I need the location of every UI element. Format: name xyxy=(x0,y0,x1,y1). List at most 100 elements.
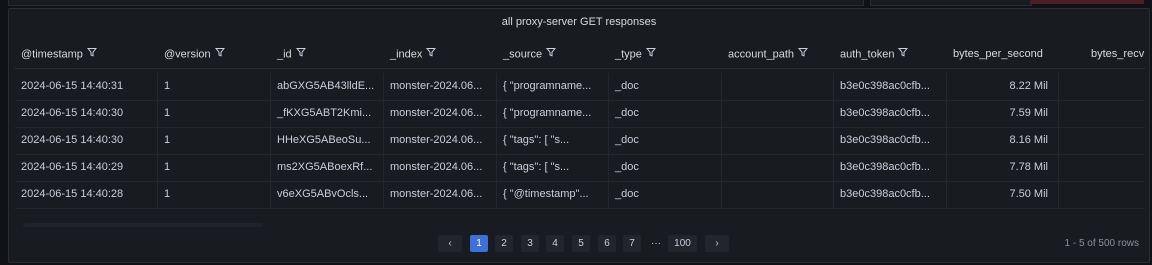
page-button-3[interactable]: 3 xyxy=(521,235,539,252)
page-button-5[interactable]: 5 xyxy=(572,235,590,252)
cell-id: _fKXG5ABT2Kmi... xyxy=(271,100,384,127)
cell-account-path xyxy=(722,154,834,181)
cell-timestamp: 2024-06-15 14:40:30 xyxy=(15,127,158,154)
column-header-label: bytes_per_second xyxy=(953,48,1043,60)
filter-icon[interactable] xyxy=(645,41,656,68)
column-header-bytes-recv[interactable]: bytes_recv xyxy=(1085,41,1145,68)
column-header-label: bytes_recv xyxy=(1091,48,1145,60)
page-button-6[interactable]: 6 xyxy=(598,235,616,252)
cell-account-path xyxy=(722,181,834,208)
table-header-row: @timestamp @version _id _index _source _… xyxy=(15,41,1145,69)
cell-timestamp: 2024-06-15 14:40:29 xyxy=(15,154,158,181)
table-row[interactable]: 2024-06-15 14:40:30 1 _fKXG5ABT2Kmi... m… xyxy=(15,100,1145,128)
column-header-index[interactable]: _index xyxy=(384,41,497,68)
cell-id: v6eXG5ABvOcls... xyxy=(271,181,384,208)
cell-type: _doc xyxy=(609,154,722,181)
column-header-account-path[interactable]: account_path xyxy=(722,41,834,68)
cell-auth-token: b3e0c398ac0cfb... xyxy=(834,127,947,154)
column-header-label: @timestamp xyxy=(21,48,83,61)
column-header-label: account_path xyxy=(728,48,795,61)
cell-bytes-per-second: 7.50 Mil xyxy=(947,181,1059,208)
cell-version: 1 xyxy=(158,181,271,208)
cell-source: { "tags": [ "s... xyxy=(497,154,609,181)
filter-icon[interactable] xyxy=(798,41,809,68)
cell-source: { "@timestamp"... xyxy=(497,181,609,208)
column-header-label: _type xyxy=(615,48,642,61)
cell-id: ms2XG5ABoexRf... xyxy=(271,154,384,181)
cell-account-path xyxy=(722,73,834,100)
cell-index: monster-2024.06... xyxy=(384,100,497,127)
column-header-label: _index xyxy=(390,48,423,61)
cell-bytes-per-second: 8.16 Mil xyxy=(947,127,1059,154)
cell-auth-token: b3e0c398ac0cfb... xyxy=(834,100,947,127)
table-row[interactable]: 2024-06-15 14:40:29 1 ms2XG5ABoexRf... m… xyxy=(15,154,1145,182)
cell-index: monster-2024.06... xyxy=(384,127,497,154)
page-button-7[interactable]: 7 xyxy=(623,235,641,252)
pagination-ellipsis: ··· xyxy=(651,238,661,249)
data-table: @timestamp @version _id _index _source _… xyxy=(15,41,1145,211)
filter-icon[interactable] xyxy=(898,41,909,68)
filter-icon[interactable] xyxy=(546,41,557,68)
horizontal-scrollbar[interactable] xyxy=(23,223,263,227)
cell-bytes-recv xyxy=(1059,127,1145,154)
cell-type: _doc xyxy=(609,100,722,127)
next-page-button[interactable]: › xyxy=(705,235,729,252)
cell-id: HHeXG5ABeoSu... xyxy=(271,127,384,154)
column-header-id[interactable]: _id xyxy=(271,41,384,68)
cell-index: monster-2024.06... xyxy=(384,73,497,100)
cell-type: _doc xyxy=(609,181,722,208)
time-picker-edge[interactable] xyxy=(870,0,1032,6)
page-button-1[interactable]: 1 xyxy=(470,235,488,252)
cell-id: abGXG5AB43lldE... xyxy=(271,73,384,100)
cell-account-path xyxy=(722,127,834,154)
cell-type: _doc xyxy=(609,73,722,100)
cell-timestamp: 2024-06-15 14:40:30 xyxy=(15,100,158,127)
cell-bytes-per-second: 7.78 Mil xyxy=(947,154,1059,181)
column-header-auth-token[interactable]: auth_token xyxy=(834,41,947,68)
top-toolbar-strip xyxy=(0,0,1152,6)
column-header-label: _source xyxy=(503,48,543,61)
table-row[interactable]: 2024-06-15 14:40:30 1 HHeXG5ABeoSu... mo… xyxy=(15,127,1145,155)
prev-page-button[interactable]: ‹ xyxy=(438,235,462,252)
cell-version: 1 xyxy=(158,100,271,127)
panel-title[interactable]: all proxy-server GET responses xyxy=(9,16,1149,28)
column-header-type[interactable]: _type xyxy=(609,41,722,68)
cell-type: _doc xyxy=(609,127,722,154)
cell-index: monster-2024.06... xyxy=(384,154,497,181)
column-header-source[interactable]: _source xyxy=(497,41,609,68)
cell-auth-token: b3e0c398ac0cfb... xyxy=(834,154,947,181)
cell-source: { "programname... xyxy=(497,73,609,100)
cell-account-path xyxy=(722,100,834,127)
cell-version: 1 xyxy=(158,73,271,100)
pagination: ‹ 1 2 3 4 5 6 7 ··· 100 › xyxy=(9,235,1149,253)
filter-icon[interactable] xyxy=(426,41,437,68)
column-header-bytes-per-second[interactable]: bytes_per_second xyxy=(947,41,1059,68)
cell-bytes-per-second: 7.59 Mil xyxy=(947,100,1059,127)
cell-source: { "tags": [ "s... xyxy=(497,127,609,154)
page-button-2[interactable]: 2 xyxy=(495,235,513,252)
row-range-text: 1 - 5 of 500 rows xyxy=(1064,238,1139,249)
filter-icon[interactable] xyxy=(86,41,97,68)
column-header-timestamp[interactable]: @timestamp xyxy=(15,41,158,68)
filter-icon[interactable] xyxy=(214,41,225,68)
cell-bytes-recv xyxy=(1059,154,1145,181)
cell-bytes-recv xyxy=(1059,181,1145,208)
column-header-label: _id xyxy=(277,48,292,61)
page-button-100[interactable]: 100 xyxy=(668,235,697,252)
column-header-label: auth_token xyxy=(840,48,895,61)
query-field-edge[interactable] xyxy=(8,0,864,6)
page-button-4[interactable]: 4 xyxy=(546,235,564,252)
table-panel: all proxy-server GET responses @timestam… xyxy=(8,8,1150,263)
cell-bytes-recv xyxy=(1059,100,1145,127)
cell-auth-token: b3e0c398ac0cfb... xyxy=(834,181,947,208)
column-header-version[interactable]: @version xyxy=(158,41,271,68)
cell-timestamp: 2024-06-15 14:40:31 xyxy=(15,73,158,100)
column-header-label: @version xyxy=(164,48,211,61)
table-row[interactable]: 2024-06-15 14:40:31 1 abGXG5AB43lldE... … xyxy=(15,73,1145,101)
cell-version: 1 xyxy=(158,127,271,154)
filter-icon[interactable] xyxy=(295,41,306,68)
cell-timestamp: 2024-06-15 14:40:28 xyxy=(15,181,158,208)
cell-bytes-per-second: 8.22 Mil xyxy=(947,73,1059,100)
table-row[interactable]: 2024-06-15 14:40:28 1 v6eXG5ABvOcls... m… xyxy=(15,181,1145,209)
run-button-edge[interactable] xyxy=(1030,0,1144,4)
